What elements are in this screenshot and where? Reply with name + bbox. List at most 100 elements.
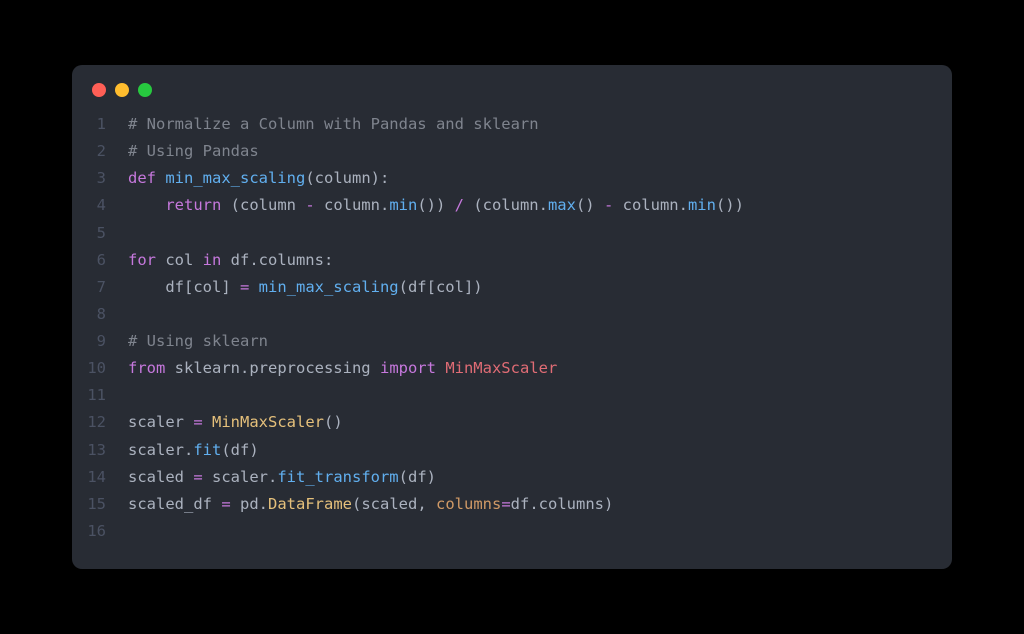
line-number: 12 [72, 409, 128, 436]
line-number: 3 [72, 165, 128, 192]
code-line: 2# Using Pandas [72, 138, 928, 165]
token: () [324, 413, 343, 431]
token: def [128, 169, 165, 187]
code-line: 7 df[col] = min_max_scaling(df[col]) [72, 274, 928, 301]
zoom-icon[interactable] [138, 83, 152, 97]
token: scaled [128, 468, 193, 486]
line-number: 5 [72, 220, 128, 247]
token: ()) [716, 196, 744, 214]
code-content[interactable]: # Normalize a Column with Pandas and skl… [128, 111, 928, 138]
code-line: 12scaler = MinMaxScaler() [72, 409, 928, 436]
code-line: 10from sklearn.preprocessing import MinM… [72, 355, 928, 382]
token: = [193, 413, 212, 431]
token: # Using Pandas [128, 142, 259, 160]
token: scaled_df [128, 495, 221, 513]
code-content[interactable]: from sklearn.preprocessing import MinMax… [128, 355, 928, 382]
code-content[interactable]: df[col] = min_max_scaling(df[col]) [128, 274, 928, 301]
code-editor[interactable]: 1# Normalize a Column with Pandas and sk… [72, 111, 952, 551]
token: = [221, 495, 240, 513]
line-number: 13 [72, 437, 128, 464]
token: = [240, 278, 259, 296]
token: ): [371, 169, 390, 187]
line-number: 1 [72, 111, 128, 138]
code-content[interactable]: def min_max_scaling(column): [128, 165, 928, 192]
token: max [548, 196, 576, 214]
code-content[interactable] [128, 518, 928, 545]
token: sklearn.preprocessing [175, 359, 380, 377]
token: col [165, 251, 202, 269]
token: min_max_scaling [259, 278, 399, 296]
line-number: 15 [72, 491, 128, 518]
line-number: 8 [72, 301, 128, 328]
token: df.columns: [231, 251, 334, 269]
line-number: 7 [72, 274, 128, 301]
token: ( [305, 169, 314, 187]
token: columns [436, 495, 501, 513]
token: column. [623, 196, 688, 214]
token: # Using sklearn [128, 332, 268, 350]
close-icon[interactable] [92, 83, 106, 97]
line-number: 11 [72, 382, 128, 409]
token: min [389, 196, 417, 214]
token: return [165, 196, 230, 214]
token: df.columns) [511, 495, 614, 513]
token: MinMaxScaler [212, 413, 324, 431]
token: fit [193, 441, 221, 459]
code-content[interactable]: scaler.fit(df) [128, 437, 928, 464]
code-content[interactable]: scaled_df = pd.DataFrame(scaled, columns… [128, 491, 928, 518]
token: = [193, 468, 212, 486]
line-number: 10 [72, 355, 128, 382]
code-content[interactable] [128, 220, 928, 247]
line-number: 9 [72, 328, 128, 355]
code-line: 16 [72, 518, 928, 545]
code-line: 5 [72, 220, 928, 247]
token: (df[col]) [399, 278, 483, 296]
token: from [128, 359, 175, 377]
token: (df) [221, 441, 258, 459]
token: pd. [240, 495, 268, 513]
code-window: 1# Normalize a Column with Pandas and sk… [72, 65, 952, 569]
token [128, 196, 165, 214]
minimize-icon[interactable] [115, 83, 129, 97]
token: df[col] [128, 278, 240, 296]
line-number: 2 [72, 138, 128, 165]
token: - [604, 196, 623, 214]
code-content[interactable]: # Using Pandas [128, 138, 928, 165]
code-line: 4 return (column - column.min()) / (colu… [72, 192, 928, 219]
token: (df) [399, 468, 436, 486]
token: in [203, 251, 231, 269]
code-content[interactable]: for col in df.columns: [128, 247, 928, 274]
code-content[interactable] [128, 301, 928, 328]
code-content[interactable]: scaler = MinMaxScaler() [128, 409, 928, 436]
line-number: 4 [72, 192, 128, 219]
code-content[interactable]: return (column - column.min()) / (column… [128, 192, 928, 219]
code-line: 11 [72, 382, 928, 409]
code-content[interactable]: # Using sklearn [128, 328, 928, 355]
token: import [380, 359, 445, 377]
token: = [501, 495, 510, 513]
code-content[interactable]: scaled = scaler.fit_transform(df) [128, 464, 928, 491]
line-number: 14 [72, 464, 128, 491]
token: (scaled, [352, 495, 436, 513]
line-number: 6 [72, 247, 128, 274]
token: scaler. [128, 441, 193, 459]
code-line: 1# Normalize a Column with Pandas and sk… [72, 111, 928, 138]
code-content[interactable] [128, 382, 928, 409]
token: fit_transform [277, 468, 398, 486]
token: (column. [473, 196, 548, 214]
token: column [315, 169, 371, 187]
code-line: 9# Using sklearn [72, 328, 928, 355]
token: - [305, 196, 324, 214]
token: column. [324, 196, 389, 214]
code-line: 6for col in df.columns: [72, 247, 928, 274]
token: MinMaxScaler [445, 359, 557, 377]
token: scaler. [212, 468, 277, 486]
code-line: 14scaled = scaler.fit_transform(df) [72, 464, 928, 491]
token: scaler [128, 413, 193, 431]
code-line: 3def min_max_scaling(column): [72, 165, 928, 192]
token: () [576, 196, 604, 214]
code-line: 13scaler.fit(df) [72, 437, 928, 464]
token: DataFrame [268, 495, 352, 513]
token: (column [231, 196, 306, 214]
token: min_max_scaling [165, 169, 305, 187]
